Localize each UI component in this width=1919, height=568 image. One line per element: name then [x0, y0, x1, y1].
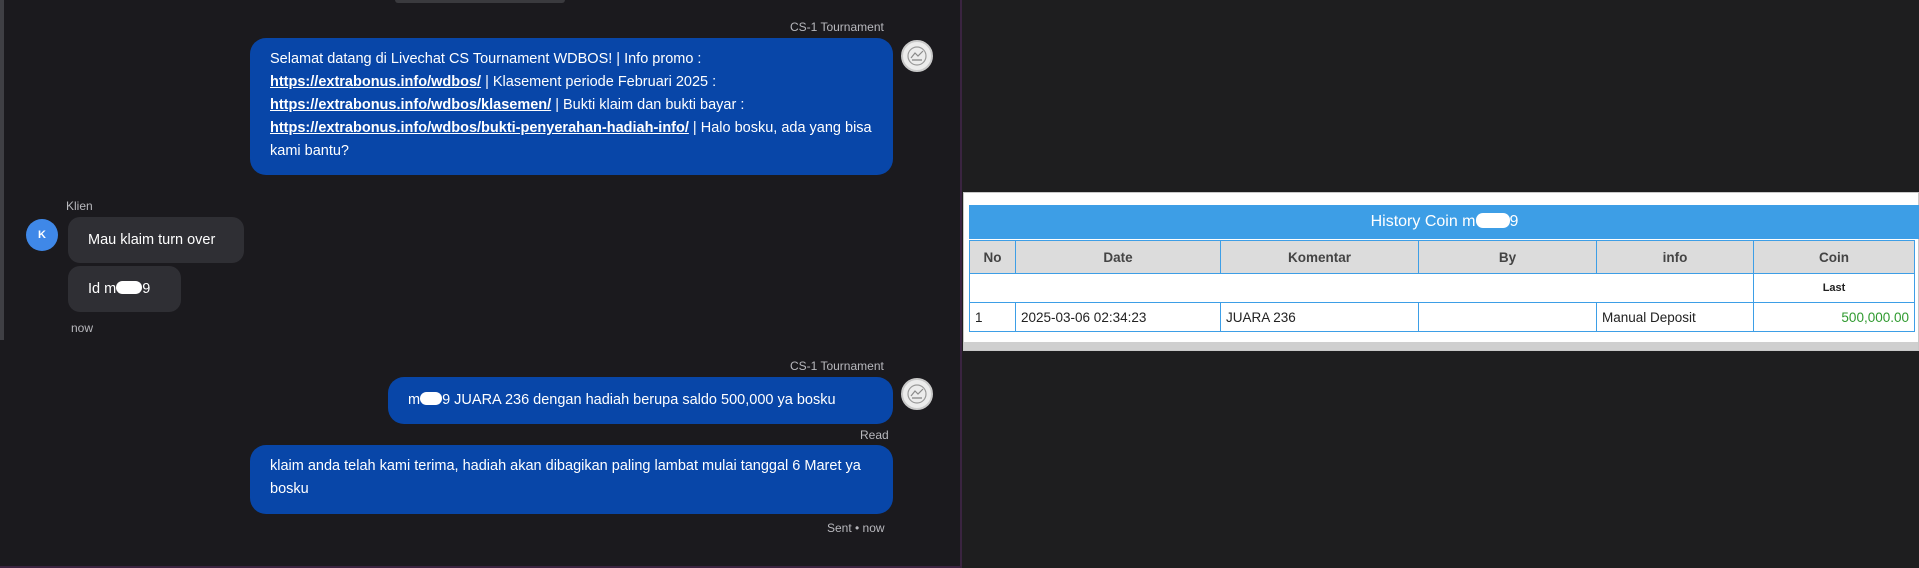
client-message-1: Mau klaim turn over: [68, 217, 244, 263]
table-subheader-row: Last: [969, 273, 1915, 303]
history-coin-panel: History Coin m 9 No Date Komentar By info…: [963, 192, 1919, 351]
subheader-empty: [969, 273, 1754, 303]
history-title: History Coin m 9: [969, 205, 1919, 239]
table-row: 1 2025-03-06 02:34:23 JUARA 236 Manual D…: [969, 302, 1915, 332]
redaction-mark-2: [420, 392, 443, 405]
cell-date: 2025-03-06 02:34:23: [1015, 302, 1221, 332]
client-message-2: Id m 9: [68, 266, 181, 312]
sender-name-cs: CS-1 Tournament: [790, 20, 884, 34]
sender-name-client: Klien: [66, 199, 93, 213]
col-date[interactable]: Date: [1015, 240, 1221, 274]
client-id-prefix: Id m: [88, 281, 117, 297]
confirmation-message-bubble: klaim anda telah kami terima, hadiah aka…: [250, 445, 893, 514]
cs-avatar-2: [901, 378, 933, 410]
sent-status: Sent • now: [827, 521, 885, 535]
read-status: Read: [860, 428, 889, 442]
klasement-text: | Klasement periode Februari 2025 :: [481, 74, 717, 90]
reply-message-bubble: m 9 JUARA 236 dengan hadiah berupa saldo …: [388, 377, 893, 424]
history-scrollbar[interactable]: [964, 342, 1918, 350]
col-komentar[interactable]: Komentar: [1220, 240, 1419, 274]
cell-info: Manual Deposit: [1596, 302, 1754, 332]
cell-by: [1418, 302, 1597, 332]
welcome-message-bubble: Selamat datang di Livechat CS Tournament…: [250, 38, 893, 175]
chat-scroll-edge: [0, 0, 4, 340]
sender-name-cs-2: CS-1 Tournament: [790, 359, 884, 373]
history-table: No Date Komentar By info Coin Last 1 202…: [969, 240, 1915, 332]
agent-logo-icon: [907, 46, 927, 66]
chat-top-handle: [395, 0, 565, 3]
table-header-row: No Date Komentar By info Coin: [969, 240, 1915, 274]
promo-link[interactable]: https://extrabonus.info/wdbos/: [270, 74, 481, 90]
redaction-mark-title: [1475, 213, 1510, 228]
cell-komentar: JUARA 236: [1220, 302, 1419, 332]
col-no[interactable]: No: [969, 240, 1016, 274]
col-by[interactable]: By: [1418, 240, 1597, 274]
chat-panel: CS-1 Tournament Selamat datang di Livech…: [0, 0, 962, 568]
client-id-suffix: 9: [142, 281, 151, 297]
client-avatar: K: [26, 219, 58, 251]
reply-prefix: m: [408, 392, 421, 408]
client-message-time: now: [71, 321, 94, 335]
col-info[interactable]: info: [1596, 240, 1754, 274]
cs-avatar: [901, 40, 933, 72]
welcome-text: Selamat datang di Livechat CS Tournament…: [270, 51, 702, 67]
redaction-mark: [116, 281, 143, 294]
last-label: Last: [1753, 273, 1915, 303]
cell-coin: 500,000.00: [1753, 302, 1915, 332]
agent-logo-icon: [907, 384, 927, 404]
klasemen-link[interactable]: https://extrabonus.info/wdbos/klasemen/: [270, 97, 551, 113]
col-coin[interactable]: Coin: [1753, 240, 1915, 274]
bukti-text: | Bukti klaim dan bukti bayar :: [551, 97, 745, 113]
reply-text: 9 JUARA 236 dengan hadiah berupa saldo 5…: [442, 392, 836, 408]
history-title-suffix: 9: [1509, 213, 1519, 230]
cell-no: 1: [969, 302, 1016, 332]
bukti-link[interactable]: https://extrabonus.info/wdbos/bukti-peny…: [270, 120, 689, 136]
history-title-prefix: History Coin m: [1370, 213, 1476, 230]
